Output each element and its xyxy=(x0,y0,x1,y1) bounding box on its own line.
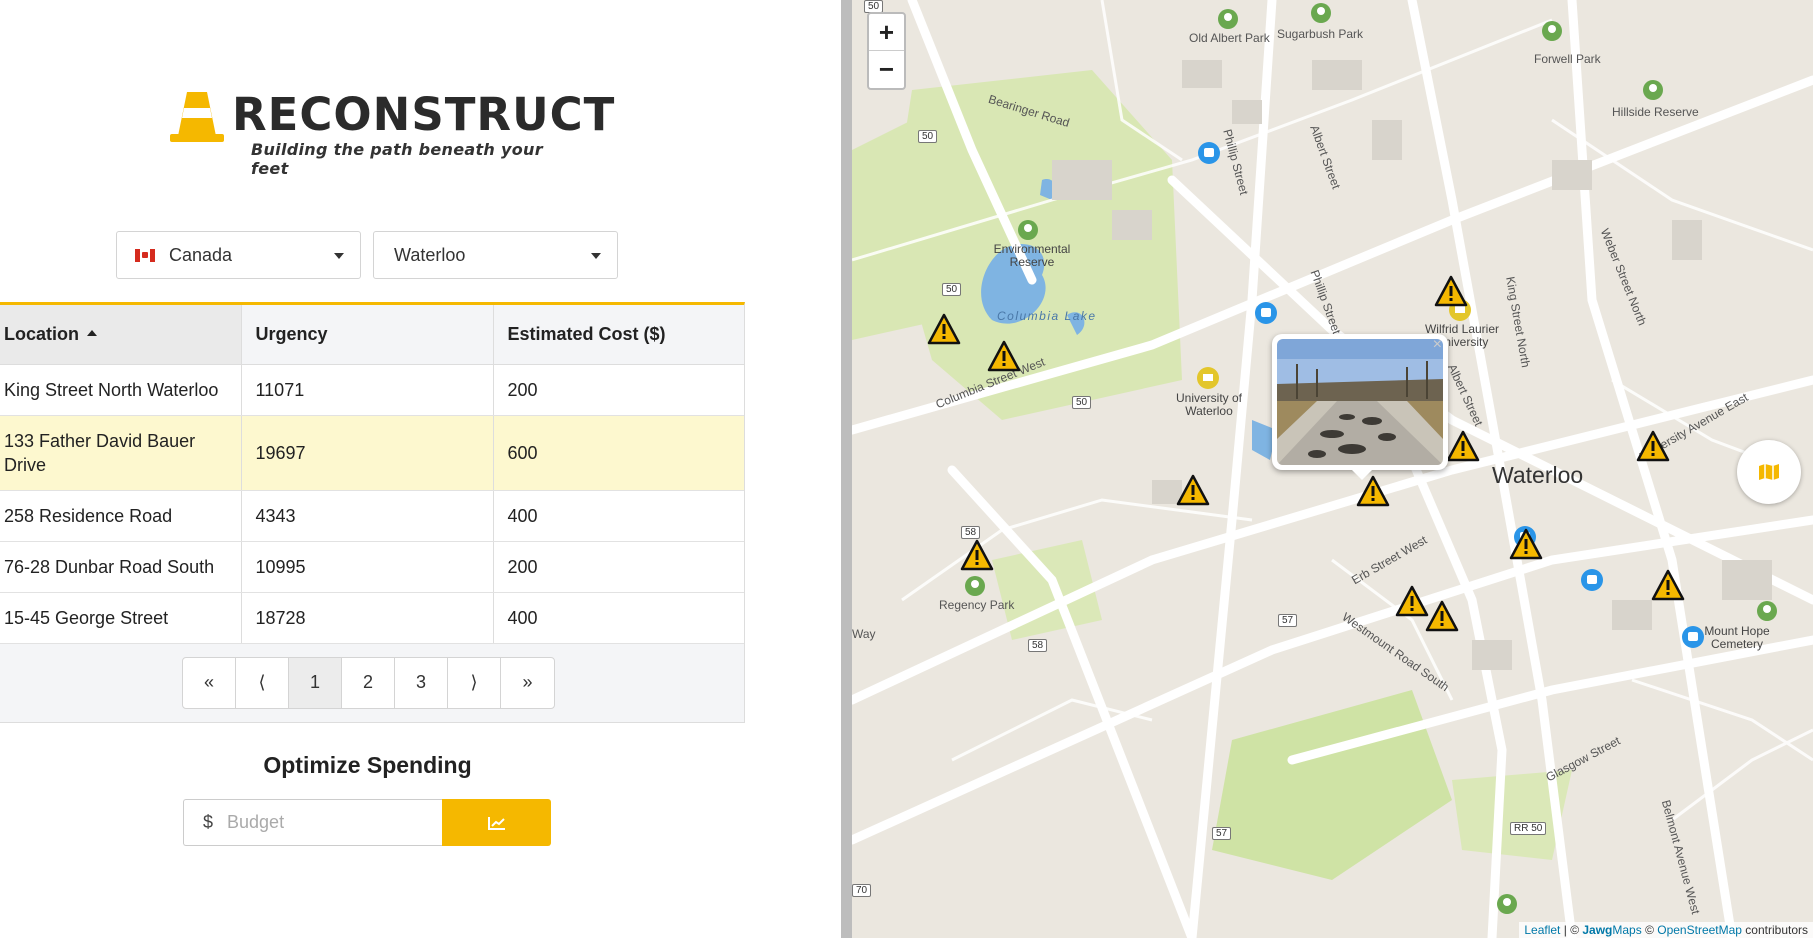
close-icon[interactable]: × xyxy=(1433,336,1442,354)
zoom-control: + − xyxy=(867,12,906,90)
warning-marker-icon[interactable] xyxy=(960,539,994,571)
brand-name: RECONSTRUCT xyxy=(232,88,616,141)
map-label: Hillside Reserve xyxy=(1612,105,1699,119)
chevron-down-icon xyxy=(591,253,601,259)
map-label: Environmental Reserve xyxy=(993,242,1071,269)
map-label: Regency Park xyxy=(939,598,1015,612)
country-select-value: Canada xyxy=(169,244,233,265)
map-label: Columbia Lake xyxy=(997,309,1097,323)
map-label: Sugarbush Park xyxy=(1277,27,1364,41)
page-1-button[interactable]: 1 xyxy=(289,657,342,708)
table-row-selected[interactable]: 133 Father David Bauer Drive 19697 600 xyxy=(0,415,744,491)
cell-urgency: 4343 xyxy=(241,490,494,542)
warning-marker-icon[interactable] xyxy=(1509,528,1543,560)
optimize-button[interactable] xyxy=(442,799,551,846)
page-2-button[interactable]: 2 xyxy=(342,657,395,708)
cell-location: 258 Residence Road xyxy=(0,490,242,542)
column-header-urgency[interactable]: Urgency xyxy=(241,305,494,365)
zoom-out-button[interactable]: − xyxy=(869,51,904,88)
budget-form: $ xyxy=(183,799,551,846)
pothole-popup[interactable]: × xyxy=(1272,334,1448,480)
dollar-icon: $ xyxy=(203,812,214,832)
warning-marker-icon[interactable] xyxy=(1395,585,1429,617)
logo: RECONSTRUCT Building the path beneath yo… xyxy=(170,88,614,178)
panel-divider[interactable] xyxy=(841,0,852,938)
sort-ascending-icon xyxy=(87,330,97,336)
column-header-cost[interactable]: Estimated Cost ($) xyxy=(493,305,744,365)
popup-tip xyxy=(1350,468,1374,480)
map-layers-button[interactable] xyxy=(1737,440,1801,504)
cell-cost: 200 xyxy=(493,364,744,416)
map-label: University of Waterloo xyxy=(1175,391,1243,418)
issues-table: Location Urgency Estimated Cost ($) King… xyxy=(0,302,745,723)
warning-marker-icon[interactable] xyxy=(1651,569,1685,601)
pagination-bar: « ⟨ 1 2 3 ⟩ » xyxy=(0,643,744,722)
pothole-photo[interactable] xyxy=(1277,339,1443,465)
last-page-button[interactable]: » xyxy=(501,658,554,708)
page-3-button[interactable]: 3 xyxy=(395,657,448,708)
cell-location: King Street North Waterloo xyxy=(0,364,242,416)
road-shield: 58 xyxy=(1028,639,1048,652)
table-row[interactable]: 76-28 Dunbar Road South 10995 200 xyxy=(0,541,744,593)
leaflet-link[interactable]: Leaflet xyxy=(1524,923,1560,937)
road-shield: RR 50 xyxy=(1510,822,1547,835)
city-label: Waterloo xyxy=(1492,462,1584,488)
warning-marker-icon[interactable] xyxy=(1446,430,1480,462)
next-page-button[interactable]: ⟩ xyxy=(448,657,501,708)
map-attribution: Leaflet | © JawgMaps © OpenStreetMap con… xyxy=(1519,922,1813,938)
column-header-location[interactable]: Location xyxy=(0,305,242,365)
cell-cost: 600 xyxy=(493,415,744,491)
cell-urgency: 10995 xyxy=(241,541,494,593)
warning-marker-icon[interactable] xyxy=(927,313,961,345)
brand-tagline: Building the path beneath your feet xyxy=(251,140,543,178)
road-shield: 58 xyxy=(961,526,981,539)
chevron-down-icon xyxy=(334,253,344,259)
country-select[interactable]: Canada xyxy=(116,231,361,279)
cell-location: 76-28 Dunbar Road South xyxy=(0,541,242,593)
cell-urgency: 11071 xyxy=(241,364,494,416)
cell-cost: 400 xyxy=(493,592,744,644)
table-row[interactable]: 15-45 George Street 18728 400 xyxy=(0,592,744,644)
budget-input[interactable] xyxy=(227,812,408,833)
canada-flag-icon xyxy=(135,248,155,262)
map-label: Way xyxy=(852,627,876,641)
road-shield: 70 xyxy=(852,884,872,897)
zoom-in-button[interactable]: + xyxy=(869,14,904,51)
map[interactable]: Old Albert Park Sugarbush Park Forwell P… xyxy=(852,0,1813,938)
map-label: Forwell Park xyxy=(1534,52,1601,66)
jawg-link[interactable]: JawgMaps xyxy=(1582,923,1641,937)
cell-location: 133 Father David Bauer Drive xyxy=(0,415,242,491)
budget-field: $ xyxy=(183,799,442,846)
city-select[interactable]: Waterloo xyxy=(373,231,618,279)
cell-location: 15-45 George Street xyxy=(0,592,242,644)
road-shield: 50 xyxy=(942,283,962,296)
pagination: « ⟨ 1 2 3 ⟩ » xyxy=(182,656,555,709)
warning-marker-icon[interactable] xyxy=(1434,275,1468,307)
traffic-cone-icon xyxy=(170,92,224,142)
table-row[interactable]: 258 Residence Road 4343 400 xyxy=(0,490,744,542)
city-select-value: Waterloo xyxy=(394,244,466,265)
warning-marker-icon[interactable] xyxy=(1176,474,1210,506)
cell-urgency: 19697 xyxy=(241,415,494,491)
map-label: Mount Hope Cemetery xyxy=(1704,624,1770,651)
map-icon xyxy=(1759,464,1779,480)
road-shield: 57 xyxy=(1278,614,1298,627)
road-shield: 50 xyxy=(1072,396,1092,409)
prev-page-button[interactable]: ⟨ xyxy=(236,657,289,708)
warning-marker-icon[interactable] xyxy=(987,340,1021,372)
map-label: Old Albert Park xyxy=(1189,31,1270,45)
road-shield: 50 xyxy=(918,130,938,143)
road-shield: 57 xyxy=(1212,827,1232,840)
cell-cost: 200 xyxy=(493,541,744,593)
cell-cost: 400 xyxy=(493,490,744,542)
warning-marker-icon[interactable] xyxy=(1636,430,1670,462)
warning-marker-icon[interactable] xyxy=(1425,600,1459,632)
table-row[interactable]: King Street North Waterloo 11071 200 xyxy=(0,364,744,416)
osm-link[interactable]: OpenStreetMap xyxy=(1657,923,1742,937)
line-chart-icon xyxy=(487,816,505,830)
optimize-title: Optimize Spending xyxy=(263,752,472,778)
first-page-button[interactable]: « xyxy=(183,657,236,708)
left-panel: RECONSTRUCT Building the path beneath yo… xyxy=(0,0,841,938)
cell-urgency: 18728 xyxy=(241,592,494,644)
